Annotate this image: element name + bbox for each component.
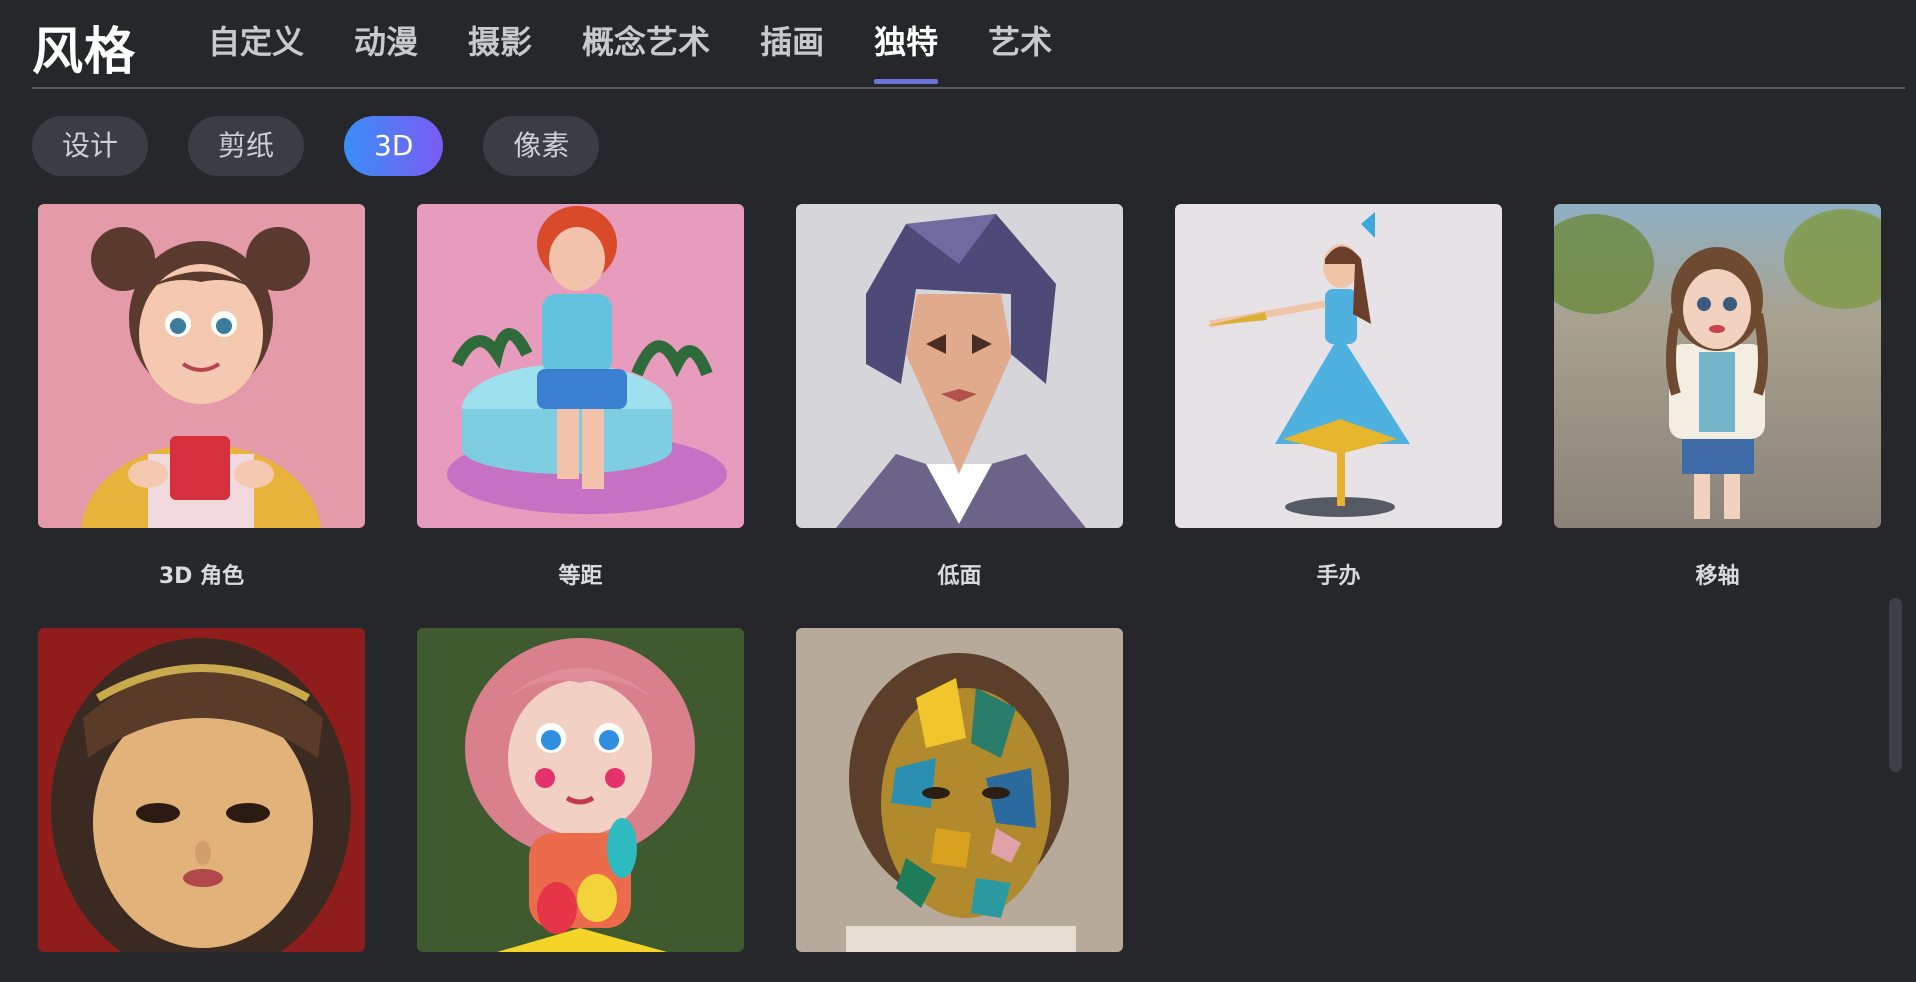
low-poly-portrait-thumbnail	[796, 204, 1123, 528]
style-card-isometric[interactable]: 等距	[417, 204, 744, 590]
style-card-vintage-doll[interactable]	[38, 628, 365, 982]
style-header: 风格 自定义 动漫 摄影 概念艺术 插画 独特 艺术	[32, 0, 1905, 89]
scrollbar-thumb[interactable]	[1889, 598, 1902, 772]
tab-anime[interactable]: 动漫	[354, 22, 418, 84]
style-card-mosaic-bust[interactable]	[796, 628, 1123, 982]
style-label: 手办	[1316, 564, 1361, 589]
style-label: 等距	[558, 564, 603, 589]
chip-design[interactable]: 设计	[32, 116, 149, 176]
tab-custom[interactable]: 自定义	[208, 22, 304, 84]
page-title: 风格	[32, 23, 137, 82]
chip-paper-cut[interactable]: 剪纸	[188, 116, 305, 176]
style-card-clay-doll[interactable]	[417, 628, 744, 982]
tab-art[interactable]: 艺术	[988, 22, 1052, 84]
cartoon-girl-3d-thumbnail	[38, 204, 365, 528]
tab-concept-art[interactable]: 概念艺术	[582, 22, 710, 84]
tab-photography[interactable]: 摄影	[468, 22, 532, 84]
style-label: 移轴	[1695, 564, 1740, 589]
style-card-3d-character[interactable]: 3D 角色	[38, 204, 365, 590]
style-label: 低面	[937, 564, 982, 589]
style-card-figurine[interactable]: 手办	[1175, 204, 1502, 590]
tilt-shift-doll-thumbnail	[1554, 204, 1881, 528]
figurine-thumbnail	[1175, 204, 1502, 528]
style-card-tilt-shift[interactable]: 移轴	[1554, 204, 1881, 590]
tab-unique[interactable]: 独特	[874, 22, 939, 84]
style-label: 3D 角色	[158, 564, 245, 589]
chip-3d[interactable]: 3D	[344, 116, 444, 176]
isometric-girl-thumbnail	[417, 204, 744, 528]
mosaic-bust-thumbnail	[796, 628, 1123, 952]
tab-illustration[interactable]: 插画	[760, 22, 824, 84]
vintage-doll-thumbnail	[38, 628, 365, 952]
chip-pixel[interactable]: 像素	[483, 116, 600, 176]
subcategory-chips: 设计 剪纸 3D 像素	[32, 116, 639, 176]
category-tabs: 自定义 动漫 摄影 概念艺术 插画 独特 艺术	[208, 22, 1102, 84]
style-card-low-poly[interactable]: 低面	[796, 204, 1123, 590]
clay-doll-thumbnail	[417, 628, 744, 952]
